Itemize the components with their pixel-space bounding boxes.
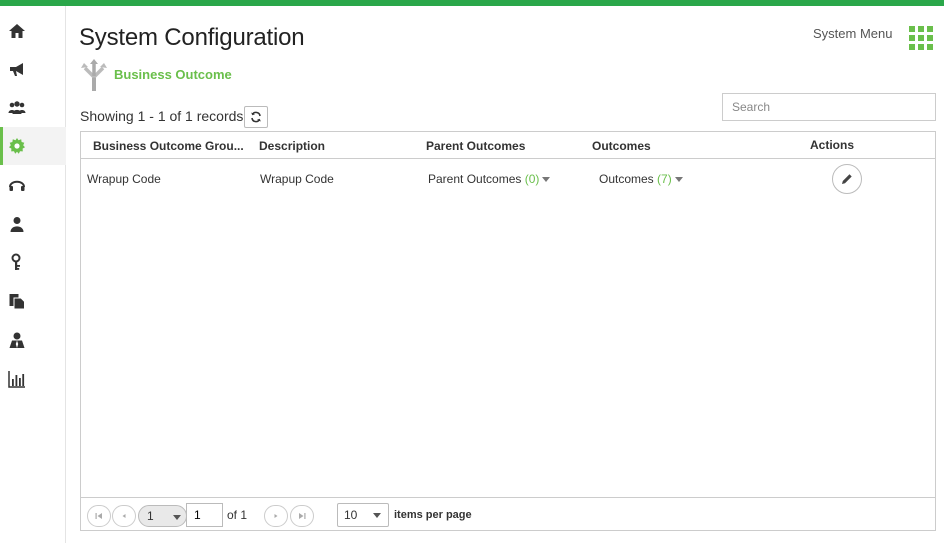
sidebar-item-reports[interactable] bbox=[0, 360, 66, 398]
column-header-group[interactable]: Business Outcome Grou... bbox=[93, 139, 244, 153]
first-page-button[interactable] bbox=[87, 505, 111, 527]
home-icon bbox=[9, 24, 25, 38]
cell-group: Wrapup Code bbox=[87, 172, 161, 186]
branch-icon bbox=[81, 59, 107, 91]
chevron-down-icon bbox=[542, 177, 551, 183]
sidebar-item-agents[interactable] bbox=[0, 321, 66, 359]
records-count-text: Showing 1 - 1 of 1 records bbox=[80, 108, 244, 124]
table-header: Business Outcome Grou... Description Par… bbox=[81, 132, 935, 159]
page-title: System Configuration bbox=[79, 24, 305, 51]
user-icon bbox=[10, 217, 24, 232]
pagination: 1 of 1 10 items per page bbox=[81, 497, 935, 530]
refresh-icon bbox=[251, 111, 261, 123]
column-header-parent-outcomes[interactable]: Parent Outcomes bbox=[426, 139, 525, 153]
prev-page-button[interactable] bbox=[112, 505, 136, 527]
apps-grid-icon[interactable] bbox=[909, 26, 933, 50]
column-header-actions: Actions bbox=[810, 138, 855, 152]
edit-button[interactable] bbox=[832, 164, 862, 194]
section-title: Business Outcome bbox=[114, 67, 232, 82]
page-select-value: 1 bbox=[147, 509, 154, 523]
search-input[interactable] bbox=[722, 93, 936, 121]
last-page-icon bbox=[299, 513, 306, 519]
sidebar-item-access[interactable] bbox=[0, 243, 66, 281]
chevron-down-icon bbox=[173, 515, 181, 520]
parent-outcomes-label: Parent Outcomes bbox=[428, 172, 522, 186]
sidebar-item-support[interactable] bbox=[0, 166, 66, 204]
bar-chart-icon bbox=[8, 371, 25, 388]
megaphone-icon bbox=[10, 63, 23, 76]
sidebar-item-documents[interactable] bbox=[0, 282, 66, 320]
system-menu-link[interactable]: System Menu bbox=[813, 26, 892, 41]
gear-icon bbox=[9, 138, 25, 154]
top-accent-bar bbox=[0, 0, 944, 6]
page-total-text: of 1 bbox=[227, 508, 248, 522]
sidebar-item-profile[interactable] bbox=[0, 205, 66, 243]
first-page-icon bbox=[95, 513, 102, 519]
users-icon bbox=[8, 101, 26, 114]
page-size-select[interactable]: 10 bbox=[337, 503, 389, 527]
next-page-icon bbox=[274, 514, 278, 518]
column-header-description[interactable]: Description bbox=[259, 139, 325, 153]
documents-icon bbox=[9, 294, 25, 310]
headset-icon bbox=[9, 180, 25, 191]
outcomes-count: (7) bbox=[657, 172, 672, 186]
refresh-button[interactable] bbox=[244, 106, 268, 128]
page-select[interactable]: 1 bbox=[138, 505, 187, 527]
page-size-value: 10 bbox=[344, 508, 358, 522]
parent-outcomes-count: (0) bbox=[524, 172, 540, 186]
items-per-page-label: items per page bbox=[394, 509, 472, 521]
chevron-down-icon bbox=[674, 177, 683, 183]
outcomes-dropdown[interactable]: Outcomes (7) bbox=[599, 172, 683, 186]
key-icon bbox=[11, 253, 21, 270]
sidebar bbox=[0, 6, 66, 543]
page-number-input[interactable] bbox=[186, 503, 223, 527]
agent-icon bbox=[9, 332, 25, 348]
column-header-outcomes[interactable]: Outcomes bbox=[592, 139, 651, 153]
parent-outcomes-dropdown[interactable]: Parent Outcomes (0) bbox=[428, 172, 551, 186]
sidebar-item-settings[interactable] bbox=[0, 127, 66, 165]
pencil-icon bbox=[842, 174, 852, 184]
outcomes-label: Outcomes bbox=[599, 172, 654, 186]
cell-description: Wrapup Code bbox=[260, 172, 334, 186]
outcome-table: Business Outcome Grou... Description Par… bbox=[80, 131, 936, 531]
sidebar-item-campaigns[interactable] bbox=[0, 50, 66, 88]
next-page-button[interactable] bbox=[264, 505, 288, 527]
prev-page-icon bbox=[122, 514, 126, 518]
sidebar-item-home[interactable] bbox=[0, 12, 66, 50]
last-page-button[interactable] bbox=[290, 505, 314, 527]
sidebar-item-users[interactable] bbox=[0, 89, 66, 127]
chevron-down-icon bbox=[373, 513, 381, 518]
